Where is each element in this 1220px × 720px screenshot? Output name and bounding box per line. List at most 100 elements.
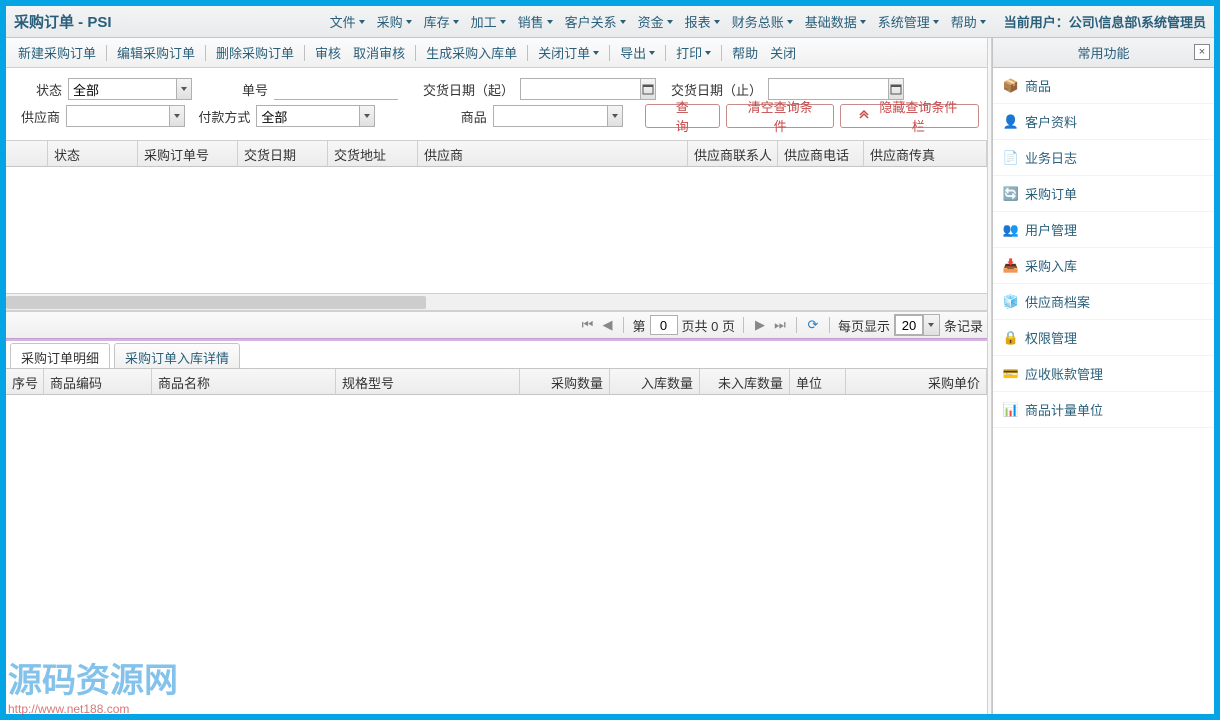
- dcol-price[interactable]: 采购单价: [846, 369, 987, 394]
- sidebar-item[interactable]: 💳应收账款管理: [993, 356, 1214, 392]
- dcol-qty[interactable]: 采购数量: [520, 369, 610, 394]
- sidebar-item[interactable]: 🔄 采购订单: [993, 176, 1214, 212]
- col-rownum[interactable]: [6, 141, 48, 166]
- page-title: 采购订单 - PSI: [14, 11, 112, 32]
- menu-report[interactable]: 报表: [679, 12, 726, 31]
- sidebar-item[interactable]: 🧊供应商档案: [993, 284, 1214, 320]
- dcol-seq[interactable]: 序号: [6, 369, 44, 394]
- calendar-icon[interactable]: [640, 79, 655, 99]
- supplier-input[interactable]: [67, 106, 169, 126]
- sidebar-item[interactable]: 📊商品计量单位: [993, 392, 1214, 428]
- order-grid-body[interactable]: [6, 167, 987, 293]
- goods-input[interactable]: [494, 106, 607, 126]
- detail-grid-body[interactable]: [6, 395, 987, 714]
- pager-bar: ⏮ ◀ 第 页共 0 页 ▶ ⏭ ⟳ 每页显示 条记录: [6, 311, 987, 339]
- pager-first-icon[interactable]: ⏮: [579, 317, 595, 333]
- clear-button[interactable]: 清空查询条件: [726, 104, 835, 128]
- chevron-down-icon[interactable]: [607, 106, 622, 126]
- tb-print[interactable]: 打印: [670, 43, 717, 62]
- menu-file[interactable]: 文件: [324, 12, 371, 31]
- hide-filter-button[interactable]: 隐藏查询条件栏: [840, 104, 979, 128]
- sidebar-item-icon: 💳: [1003, 366, 1019, 382]
- menu-fund[interactable]: 资金: [632, 12, 679, 31]
- dcol-unit[interactable]: 单位: [790, 369, 846, 394]
- detail-grid-header: 序号 商品编码 商品名称 规格型号 采购数量 入库数量 未入库数量 单位 采购单…: [6, 369, 987, 395]
- menu-purchase[interactable]: 采购: [371, 12, 418, 31]
- menu-help[interactable]: 帮助: [945, 12, 992, 31]
- dcol-code[interactable]: 商品编码: [44, 369, 152, 394]
- menu-crm[interactable]: 客户关系: [559, 12, 632, 31]
- col-status[interactable]: 状态: [48, 141, 138, 166]
- supplier-label: 供应商: [14, 107, 60, 126]
- calendar-icon[interactable]: [888, 79, 903, 99]
- dcol-restqty[interactable]: 未入库数量: [700, 369, 790, 394]
- menu-system[interactable]: 系统管理: [872, 12, 945, 31]
- tab-receipt-detail[interactable]: 采购订单入库详情: [114, 343, 240, 368]
- pager-prev-icon[interactable]: ◀: [599, 317, 615, 333]
- sidebar-item-icon: 🔄: [1003, 186, 1019, 202]
- chevron-down-icon[interactable]: [176, 79, 191, 99]
- tb-export[interactable]: 导出: [614, 43, 661, 62]
- tb-audit[interactable]: 审核: [309, 43, 347, 62]
- query-button[interactable]: 查询: [645, 104, 720, 128]
- chevron-down-icon: [980, 20, 986, 24]
- deliver-from-date[interactable]: [520, 78, 656, 100]
- pager-next-icon[interactable]: ▶: [752, 317, 768, 333]
- goods-combo[interactable]: [493, 105, 623, 127]
- menu-sales[interactable]: 销售: [512, 12, 559, 31]
- pager-page-input[interactable]: [650, 315, 678, 335]
- chevron-down-icon[interactable]: [359, 106, 374, 126]
- deliver-to-input[interactable]: [769, 79, 888, 99]
- pager-last-icon[interactable]: ⏭: [772, 317, 788, 333]
- pager-perpage-label: 每页显示: [838, 316, 890, 335]
- dcol-spec[interactable]: 规格型号: [336, 369, 520, 394]
- sidebar-item[interactable]: 🔒权限管理: [993, 320, 1214, 356]
- payment-combo[interactable]: [256, 105, 375, 127]
- menu-stock[interactable]: 库存: [418, 12, 465, 31]
- status-input[interactable]: [69, 79, 176, 99]
- tb-unaudit[interactable]: 取消审核: [347, 43, 411, 62]
- menu-process[interactable]: 加工: [465, 12, 512, 31]
- sidebar-item[interactable]: 📥采购入库: [993, 248, 1214, 284]
- menu-basedata[interactable]: 基础数据: [799, 12, 872, 31]
- col-fax[interactable]: 供应商传真: [864, 141, 987, 166]
- chevron-down-icon: [547, 20, 553, 24]
- side-list: 📦商品👤客户资料📄业务日志🔄采购订单👥用户管理📥采购入库🧊供应商档案🔒权限管理💳…: [993, 68, 1214, 714]
- dcol-name[interactable]: 商品名称: [152, 369, 336, 394]
- col-deliveraddr[interactable]: 交货地址: [328, 141, 418, 166]
- sidebar-item-label: 采购订单: [1025, 184, 1077, 203]
- supplier-combo[interactable]: [66, 105, 185, 127]
- pager-perpage-combo[interactable]: [894, 314, 940, 336]
- tb-close-order[interactable]: 关闭订单: [532, 43, 605, 62]
- detail-tabs: 采购订单明细 采购订单入库详情: [6, 339, 987, 369]
- tab-order-detail[interactable]: 采购订单明细: [10, 343, 110, 368]
- sidebar-item[interactable]: 📄业务日志: [993, 140, 1214, 176]
- close-icon[interactable]: ×: [1194, 44, 1210, 60]
- billno-input[interactable]: [274, 79, 398, 99]
- payment-input[interactable]: [257, 106, 359, 126]
- dcol-inqty[interactable]: 入库数量: [610, 369, 700, 394]
- col-deliverdate[interactable]: 交货日期: [238, 141, 328, 166]
- col-phone[interactable]: 供应商电话: [778, 141, 864, 166]
- tb-help[interactable]: 帮助: [726, 43, 764, 62]
- tb-close[interactable]: 关闭: [764, 43, 802, 62]
- scrollbar-thumb[interactable]: [6, 296, 426, 309]
- tb-edit[interactable]: 编辑采购订单: [111, 43, 201, 62]
- tb-delete[interactable]: 删除采购订单: [210, 43, 300, 62]
- chevron-down-icon[interactable]: [169, 106, 184, 126]
- col-orderno[interactable]: 采购订单号: [138, 141, 238, 166]
- sidebar-item[interactable]: 👥用户管理: [993, 212, 1214, 248]
- chevron-down-icon[interactable]: [923, 315, 939, 335]
- status-combo[interactable]: [68, 78, 192, 100]
- sidebar-item[interactable]: 👤客户资料: [993, 104, 1214, 140]
- horizontal-scrollbar[interactable]: [6, 293, 987, 310]
- tb-new[interactable]: 新建采购订单: [12, 43, 102, 62]
- pager-perpage-input[interactable]: [895, 315, 923, 335]
- menu-ledger[interactable]: 财务总账: [726, 12, 799, 31]
- deliver-from-input[interactable]: [521, 79, 640, 99]
- sidebar-item[interactable]: 📦商品: [993, 68, 1214, 104]
- col-contact[interactable]: 供应商联系人: [688, 141, 778, 166]
- pager-refresh-icon[interactable]: ⟳: [805, 317, 821, 333]
- tb-gen-receipt[interactable]: 生成采购入库单: [420, 43, 523, 62]
- col-supplier[interactable]: 供应商: [418, 141, 688, 166]
